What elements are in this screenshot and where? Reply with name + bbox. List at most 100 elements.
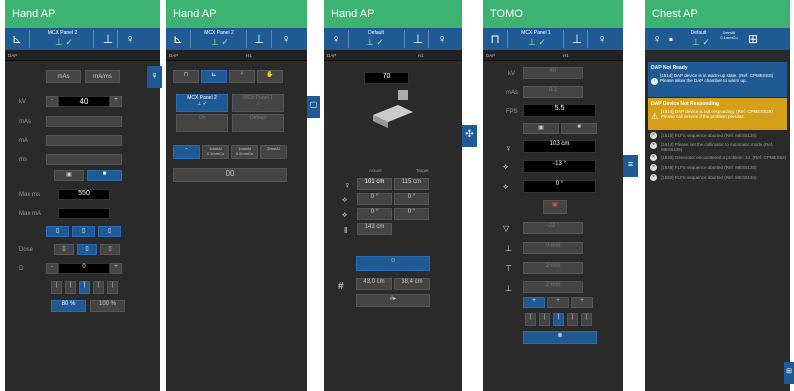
filter-none-button[interactable]: -: [173, 145, 200, 159]
ma-field[interactable]: [46, 135, 122, 146]
kv-field: 40: [523, 67, 583, 79]
toolbar: ♀ Default ⊥ ✓ ⊥ ♀: [324, 28, 462, 50]
kv-plus-button[interactable]: +: [110, 96, 122, 107]
tomo-mode-1[interactable]: +: [523, 297, 545, 308]
patient-size-4[interactable]: |: [93, 281, 104, 294]
patient-icon-button[interactable]: ♀: [229, 70, 255, 83]
tool-button[interactable]: 00: [173, 168, 287, 182]
filter-1-button[interactable]: 1mmAl 0.1mmCu: [202, 145, 229, 159]
mams-mode-button[interactable]: mA/ms: [85, 70, 120, 83]
size-2[interactable]: |: [539, 313, 550, 326]
height-field[interactable]: 38,4 cm: [394, 278, 430, 290]
tomo-mode-2[interactable]: +: [547, 297, 569, 308]
dimension-tool-button[interactable]: #▸: [356, 294, 430, 307]
dap-bar: DAP H1: [324, 50, 462, 61]
patient-icon[interactable]: ♀: [278, 31, 294, 47]
mas-mode-button[interactable]: mAs: [46, 70, 81, 83]
target-header: Target: [416, 168, 429, 173]
ground-icon[interactable]: ⊥: [410, 31, 426, 47]
table-icon[interactable]: ⊓: [487, 31, 503, 47]
dose-high-button[interactable]: ▯: [100, 244, 120, 255]
panel-hand-ap-2: Hand AP ⊾ MCX Panel 2 ⊥ ✓ ⊥ ♀ DAP H1 ⊓ ⊾ …: [166, 0, 320, 391]
panel-2-button[interactable]: MCX Panel 2 ⊥ ✓: [176, 94, 228, 112]
patient-size-3[interactable]: |: [79, 281, 90, 294]
percent-80-button[interactable]: 80 %: [51, 300, 86, 312]
patient-icon-2[interactable]: ♀: [434, 31, 450, 47]
target-tilt[interactable]: 0 °: [394, 193, 429, 205]
check-icon: ⊥ ✓: [211, 37, 229, 47]
move-side-button[interactable]: ✣: [462, 125, 477, 147]
dismiss-msg-4[interactable]: ×: [650, 164, 657, 171]
tools-side-button[interactable]: ≡: [623, 155, 638, 177]
target-sid[interactable]: 115 cm: [394, 178, 429, 190]
percent-100-button[interactable]: 100 %: [90, 300, 125, 312]
fps-label: FPS: [506, 109, 518, 115]
dimension-icon: #: [338, 281, 344, 292]
size-4[interactable]: |: [567, 313, 578, 326]
panel-title: Hand AP: [5, 0, 160, 28]
hand-icon-button[interactable]: ✋: [257, 70, 283, 83]
patient-side-button[interactable]: ♀: [147, 66, 162, 88]
d-minus-button[interactable]: -: [46, 263, 58, 274]
width-field[interactable]: 43,0 cm: [356, 278, 392, 290]
focus-large-button[interactable]: ▯: [98, 226, 121, 237]
wall-icon-button[interactable]: ⊾: [201, 70, 227, 83]
patient-icon[interactable]: ♀: [122, 31, 138, 47]
filter-3-button[interactable]: 2mmAl: [260, 145, 287, 159]
dose-mid-button[interactable]: ▯: [77, 244, 97, 255]
patient-icon[interactable]: ♀: [328, 31, 344, 47]
dap-bar: DAP H1: [483, 50, 623, 61]
patient-icon[interactable]: ♀: [594, 31, 610, 47]
collimator-button[interactable]: ▣: [543, 200, 567, 214]
target-rotation[interactable]: 0 °: [394, 208, 429, 220]
mode-right-button[interactable]: ■: [561, 123, 597, 134]
d-plus-button[interactable]: +: [110, 263, 122, 274]
filter-2-button[interactable]: 1mmAl 0.2mmCu: [231, 145, 258, 159]
dismiss-msg-3[interactable]: ×: [650, 154, 657, 161]
panel-hand-ap-1: Hand AP ⊾ MCX Panel 2 ⊥ ✓ ⊥ ♀ DAP mAs mA…: [5, 0, 162, 391]
detector-icon[interactable]: ⊾: [9, 31, 25, 47]
dismiss-msg-2[interactable]: ×: [650, 142, 657, 149]
panel-hand-ap-3: Hand AP ♀ Default ⊥ ✓ ⊥ ♀ DAP H1 70 Actua…: [324, 0, 477, 391]
cancel-button[interactable]: ⊗: [523, 331, 597, 344]
tomo-mode-3[interactable]: +: [571, 297, 593, 308]
panel-tomo: TOMO ⊓ MCX Panel 1 ⊥ ✓ ⊥ ♀ DAP H1 kV 40 m…: [483, 0, 638, 391]
panel-title: Hand AP: [166, 0, 307, 28]
focus-small-button[interactable]: ▯: [46, 226, 69, 237]
dismiss-msg-5[interactable]: ×: [650, 174, 657, 181]
grid-cfr-button[interactable]: Cfr: [176, 114, 228, 132]
rotation-value: 0 °: [523, 180, 596, 193]
patient-size-5[interactable]: |: [107, 281, 118, 294]
patient-size-1[interactable]: |: [51, 281, 62, 294]
mode-toggle-right[interactable]: ■: [87, 170, 122, 181]
focus-medium-button[interactable]: ▯: [72, 226, 95, 237]
tilt-value: -13 °: [523, 160, 596, 173]
mas-field[interactable]: [46, 116, 122, 127]
tilt-icon: ⟡: [342, 195, 348, 204]
table-icon-button[interactable]: ⊓: [173, 70, 199, 83]
collimator-button[interactable]: ⊙: [356, 256, 430, 271]
panel-1-button[interactable]: MCX Panel 1 ⊥: [232, 94, 284, 112]
size-1[interactable]: |: [525, 313, 536, 326]
size-3[interactable]: |: [553, 313, 564, 326]
dismiss-msg-1[interactable]: ×: [650, 132, 657, 139]
mode-toggle-left[interactable]: ▣: [54, 170, 84, 181]
ms-field[interactable]: [46, 154, 122, 165]
grid-default-button[interactable]: Default: [232, 114, 284, 132]
ground-icon[interactable]: ⊥: [569, 31, 585, 47]
dose-low-button[interactable]: ▯: [54, 244, 74, 255]
side-button[interactable]: ▢: [307, 96, 320, 118]
ground-icon[interactable]: ⊥: [100, 31, 116, 47]
mode-left-button[interactable]: ▣: [523, 123, 559, 134]
patient-size-2[interactable]: |: [65, 281, 76, 294]
size-5[interactable]: |: [581, 313, 592, 326]
message-1: [1510] FLFS sequence aborted (Ref. MES51…: [661, 133, 757, 138]
detector-icon[interactable]: ▪: [663, 31, 679, 47]
bottom-right-button[interactable]: ⊞: [784, 362, 794, 384]
ground-icon[interactable]: ⊥: [251, 31, 267, 47]
grid-icon[interactable]: ⊞: [745, 31, 761, 47]
sid-icon: ♀: [505, 143, 512, 153]
kv-value: 40: [58, 96, 110, 107]
kv-minus-button[interactable]: -: [46, 96, 58, 107]
detector-icon[interactable]: ⊾: [170, 31, 186, 47]
